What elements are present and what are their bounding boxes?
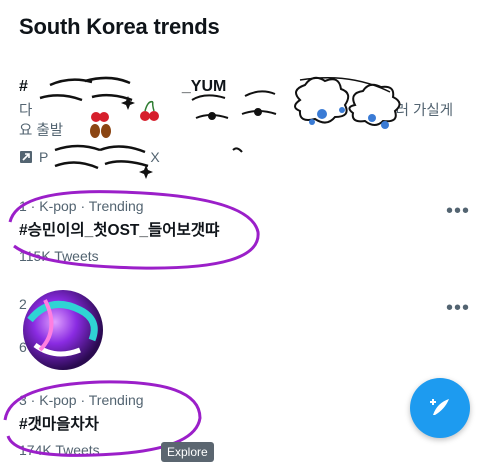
- annotation-circle: [8, 190, 260, 270]
- cloud-sticker: [348, 83, 401, 129]
- cloud-sticker: [294, 76, 350, 125]
- tooltip: Explore: [161, 442, 214, 462]
- cover-block: [32, 72, 142, 96]
- sticker-overlay: [3, 72, 401, 457]
- compose-tweet-icon: [430, 399, 449, 415]
- cherry-icon: [91, 112, 109, 122]
- marble-sticker: [23, 290, 103, 370]
- cherry-icon: [140, 100, 159, 121]
- feet-icon: [90, 124, 111, 138]
- anime-eyes-sticker: [191, 90, 277, 153]
- compose-tweet-button[interactable]: [410, 378, 470, 438]
